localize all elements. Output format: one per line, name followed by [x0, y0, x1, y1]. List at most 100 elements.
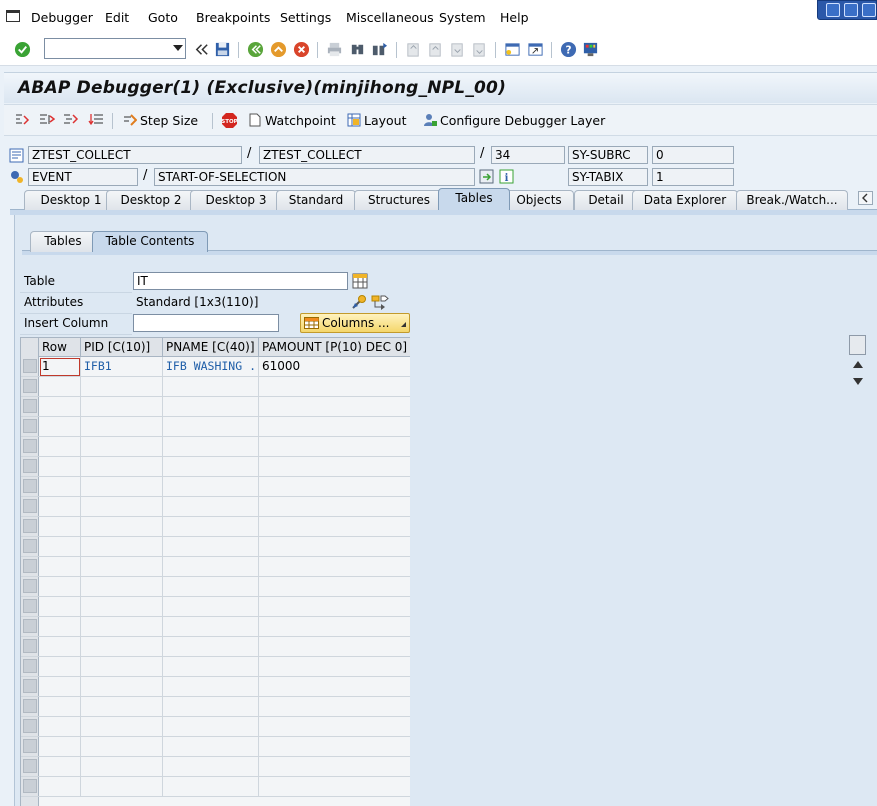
table-cell[interactable] [81, 477, 163, 497]
tab-standard[interactable]: Standard [276, 190, 356, 210]
table-cell[interactable] [81, 457, 163, 477]
table-cell[interactable] [39, 397, 81, 417]
continue-icon[interactable] [88, 113, 104, 127]
table-row[interactable] [21, 517, 410, 537]
table-row[interactable] [21, 777, 410, 797]
menu-settings[interactable]: Settings [280, 10, 331, 25]
table-cell[interactable] [163, 457, 259, 477]
table-cell[interactable] [163, 757, 259, 777]
insert-column-input[interactable] [133, 314, 279, 332]
row-selector[interactable] [23, 659, 37, 673]
single-step-icon[interactable] [15, 113, 31, 127]
columns-button[interactable]: Columns ... [300, 313, 410, 333]
table-cell[interactable] [259, 757, 410, 777]
enter-icon[interactable] [14, 41, 31, 58]
tab-objects[interactable]: Objects [504, 190, 574, 210]
table-row[interactable] [21, 677, 410, 697]
configure-debugger-layer-button[interactable]: Configure Debugger Layer [423, 113, 605, 128]
table-row[interactable] [21, 457, 410, 477]
table-cell[interactable] [259, 477, 410, 497]
table-cell[interactable] [81, 537, 163, 557]
tab-desktop-3[interactable]: Desktop 3 [190, 190, 282, 210]
table-row[interactable] [21, 537, 410, 557]
tab-scroll-button[interactable] [858, 191, 873, 205]
table-cell[interactable] [163, 737, 259, 757]
navigate-icon[interactable] [371, 294, 389, 310]
table-cell[interactable] [259, 737, 410, 757]
table-cell[interactable] [39, 497, 81, 517]
table-cell[interactable] [259, 397, 410, 417]
close-icon[interactable] [862, 3, 876, 17]
tab-data-explorer[interactable]: Data Explorer [632, 190, 738, 210]
table-cell[interactable] [163, 677, 259, 697]
table-cell[interactable] [163, 557, 259, 577]
table-cell[interactable] [39, 717, 81, 737]
find-next-icon[interactable] [371, 41, 388, 58]
table-cell[interactable] [81, 637, 163, 657]
table-row[interactable] [21, 697, 410, 717]
first-page-icon[interactable] [405, 41, 422, 58]
row-selector[interactable] [23, 359, 37, 373]
table-cell[interactable] [39, 757, 81, 777]
table-cell[interactable] [39, 437, 81, 457]
table-row[interactable]: 1IFB1IFB WASHING ...61000 [21, 357, 410, 377]
table-cell[interactable] [81, 777, 163, 797]
table-cell[interactable] [39, 677, 81, 697]
back-green-icon[interactable] [247, 41, 264, 58]
table-cell[interactable] [163, 377, 259, 397]
row-selector[interactable] [23, 739, 37, 753]
subtab-table-contents[interactable]: Table Contents [92, 231, 208, 252]
table-row[interactable] [21, 437, 410, 457]
table-cell[interactable] [39, 697, 81, 717]
table-cell[interactable] [259, 537, 410, 557]
menu-edit[interactable]: Edit [105, 10, 129, 25]
cancel-icon[interactable] [293, 41, 310, 58]
table-row[interactable] [21, 477, 410, 497]
goto-source-icon[interactable] [479, 169, 494, 184]
column-header-pid[interactable]: PID [C(10)] [81, 338, 163, 357]
table-cell[interactable] [163, 397, 259, 417]
table-row[interactable] [21, 377, 410, 397]
table-cell[interactable] [259, 557, 410, 577]
minimize-icon[interactable] [826, 3, 840, 17]
table-row[interactable] [21, 717, 410, 737]
table-cell[interactable] [163, 637, 259, 657]
table-cell[interactable] [163, 697, 259, 717]
table-row[interactable] [21, 757, 410, 777]
table-name-input[interactable]: IT [133, 272, 348, 290]
table-cell[interactable] [163, 497, 259, 517]
table-row[interactable] [21, 417, 410, 437]
maximize-icon[interactable] [844, 3, 858, 17]
table-row[interactable] [21, 397, 410, 417]
table-cell[interactable] [259, 597, 410, 617]
table-cell[interactable]: IFB WASHING ... [163, 357, 259, 377]
table-cell[interactable] [39, 777, 81, 797]
table-cell[interactable] [163, 477, 259, 497]
table-cell[interactable] [39, 597, 81, 617]
vertical-scrollbar[interactable] [848, 334, 867, 806]
menu-miscellaneous[interactable]: Miscellaneous [346, 10, 434, 25]
row-selector[interactable] [23, 599, 37, 613]
next-page-icon[interactable] [449, 41, 466, 58]
menu-goto[interactable]: Goto [148, 10, 178, 25]
table-cell[interactable] [39, 457, 81, 477]
row-selector[interactable] [23, 619, 37, 633]
column-header-pname[interactable]: PNAME [C(40)] [163, 338, 259, 357]
scroll-down-icon[interactable] [853, 378, 863, 385]
exit-icon[interactable] [270, 41, 287, 58]
table-cell[interactable] [259, 777, 410, 797]
menu-help[interactable]: Help [500, 10, 529, 25]
table-view-icon[interactable] [352, 273, 368, 289]
menu-debugger[interactable]: Debugger [31, 10, 93, 25]
execute-icon[interactable] [39, 113, 55, 127]
new-session-icon[interactable] [504, 41, 521, 58]
find-icon[interactable] [349, 41, 366, 58]
table-cell[interactable] [163, 517, 259, 537]
table-cell[interactable] [81, 737, 163, 757]
tab-structures[interactable]: Structures [354, 190, 444, 210]
table-cell[interactable] [81, 717, 163, 737]
table-row[interactable] [21, 597, 410, 617]
table-cell[interactable] [163, 777, 259, 797]
table-cell[interactable] [39, 377, 81, 397]
table-cell[interactable] [163, 537, 259, 557]
